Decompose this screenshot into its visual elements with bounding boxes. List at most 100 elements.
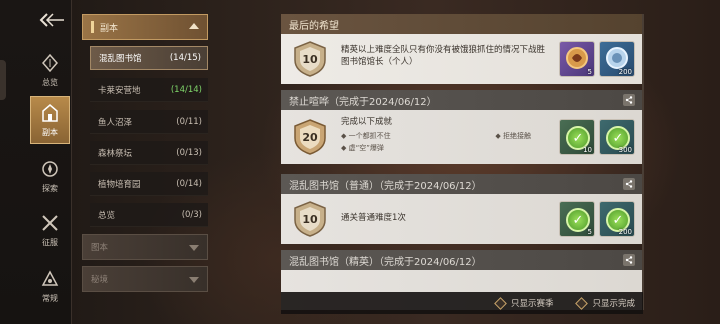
dungeon-icon [39,102,61,124]
achievement-title-bar: 混乱图书馆（精英）（完成于2024/06/12） [281,250,643,270]
compass-icon [39,158,61,180]
subcategory-item[interactable]: 植物培育园 (0/14) [90,172,208,196]
scrollbar-track[interactable] [642,14,644,310]
sub-achievement-label: 虚“空”爆弹 [348,144,384,152]
chevron-down-icon [189,277,199,283]
nav-rail: 总览 副本 探索 征服 常规 [0,0,72,324]
achievement-title-bar: 禁止喧哗（完成于2024/06/12） [281,90,643,110]
category-group[interactable]: 图本 [82,234,208,260]
share-button[interactable] [623,94,635,106]
filter-label: 只显示完成 [592,299,635,309]
edge-tab [0,60,6,100]
category-panel: 副本 混乱图书馆 (14/15) 卡莱安营地 (14/14) 鱼人沼泽 (0/1… [82,0,208,324]
subcategory-count: (0/11) [176,116,202,127]
rail-item-general[interactable]: 常规 [30,262,70,310]
filter-label: 只显示赛季 [510,299,554,309]
sub-achievement-row: ◆ 一个都抓不住 ◆ 拒绝接触 [341,130,531,142]
rail-label: 总览 [42,78,58,87]
rail-item-explore[interactable]: 探索 [30,152,70,200]
sub-achievement: ◆ 拒绝接触 [495,132,531,140]
category-header-label: 副本 [100,23,119,34]
category-group[interactable]: 秘境 [82,266,208,292]
points-badge: 10 [291,40,329,78]
subcategory-label: 混乱图书馆 [99,54,142,64]
subcategory-item[interactable]: 鱼人沼泽 (0/11) [90,110,208,134]
rail-label: 常规 [42,294,58,303]
share-button[interactable] [623,254,635,266]
checkbox-diamond-icon [494,296,507,310]
sub-achievement-label: 拒绝接触 [503,132,531,140]
rail-label: 探索 [42,184,58,193]
subcategory-label: 鱼人沼泽 [98,117,133,128]
sub-achievement-label: 一个都抓不住 [348,132,391,140]
triangle-icon [39,268,61,290]
reward-item[interactable]: 200 [599,41,635,77]
rail-item-conquer[interactable]: 征服 [30,206,70,254]
achievement-card: 混乱图书馆（普通）（完成于2024/06/12） 10 通关普通难度1次 ✓ 5… [281,174,643,244]
achievement-description-text: 完成以下成就 [341,117,393,127]
subcategory-item[interactable]: 混乱图书馆 (14/15) [90,46,208,70]
subcategory-count: (14/14) [170,84,202,95]
share-button[interactable] [623,178,635,190]
filter-bar: 只显示赛季 只显示完成 [281,292,643,314]
overview-icon [39,52,61,74]
category-header-dungeon[interactable]: 副本 [82,14,208,40]
share-icon [625,180,633,188]
subcategory-count: (0/13) [176,147,202,158]
achievement-title: 禁止喧哗（完成于2024/06/12） [289,96,437,108]
rail-item-dungeon[interactable]: 副本 [30,96,70,144]
back-arrow-icon [39,13,64,27]
rail-item-overview[interactable]: 总览 [30,46,70,94]
swords-icon [39,212,61,234]
back-button[interactable] [36,10,68,30]
rail-label: 征服 [42,238,58,247]
subcategory-count: (14/15) [169,53,201,63]
category-group-label: 图本 [91,243,109,253]
reward-item[interactable]: ✓ 10 [559,119,595,155]
achievement-list[interactable]: 最后的希望 10 精英以上难度全队只有你没有被饿狼抓住的情况下战胜图书馆馆长（个… [281,14,643,310]
share-icon [625,96,633,104]
achievement-description: 精英以上难度全队只有你没有被饿狼抓住的情况下战胜图书馆馆长（个人） [341,45,546,67]
subcategory-label: 卡莱安营地 [98,85,141,96]
chevron-down-icon [189,245,199,251]
subcategory-label: 植物培育园 [98,179,141,190]
points-value: 10 [302,212,318,226]
header-accent [91,21,94,33]
achievement-title-bar: 最后的希望 [281,14,643,34]
points-value: 20 [302,130,318,144]
reward-item[interactable]: ✓ 200 [599,201,635,237]
subcategory-count: (0/14) [176,178,202,189]
subcategory-item[interactable]: 森林祭坛 (0/13) [90,141,208,165]
points-badge: 20 [291,118,329,156]
achievement-body: 10 精英以上难度全队只有你没有被饿狼抓住的情况下战胜图书馆馆长（个人） 5 2… [281,34,643,84]
reward-count: 5 [587,68,592,76]
achievement-body: 20 完成以下成就 ◆ 一个都抓不住 ◆ 拒绝接触 ◆ 虚“空”爆弹 ✓ 10 … [281,110,643,164]
reward-item[interactable]: ✓ 300 [599,119,635,155]
achievement-description: 通关普通难度1次 [341,213,406,223]
check-icon: ✓ [566,208,590,232]
achievement-title-bar: 混乱图书馆（普通）（完成于2024/06/12） [281,174,643,194]
filter-season-only[interactable]: 只显示赛季 [494,296,554,310]
points-badge: 10 [291,200,329,238]
achievement-card: 禁止喧哗（完成于2024/06/12） 20 完成以下成就 ◆ 一个都抓不住 ◆… [281,90,643,164]
rail-label: 副本 [42,128,58,137]
share-icon [625,256,633,264]
achievement-title: 混乱图书馆（普通）（完成于2024/06/12） [289,180,482,192]
sub-achievement: ◆ 一个都抓不住 [341,132,391,140]
achievement-card: 最后的希望 10 精英以上难度全队只有你没有被饿狼抓住的情况下战胜图书馆馆长（个… [281,14,643,84]
subcategory-label: 森林祭坛 [98,148,133,159]
subcategory-item[interactable]: 总览 (0/3) [90,203,208,227]
category-group-label: 秘境 [91,275,109,285]
sub-achievement: ◆ 虚“空”爆弹 [341,144,384,152]
achievement-title: 最后的希望 [289,20,339,32]
reward-count: 300 [618,146,632,154]
reward-count: 5 [587,228,592,236]
reward-item[interactable]: ✓ 5 [559,201,595,237]
filter-completed-only[interactable]: 只显示完成 [575,296,635,310]
subcategory-label: 总览 [98,210,116,221]
subcategory-item[interactable]: 卡莱安营地 (14/14) [90,78,208,102]
reward-item[interactable]: 5 [559,41,595,77]
reward-count: 200 [618,68,632,76]
achievement-body: 10 通关普通难度1次 ✓ 5 ✓ 200 [281,194,643,244]
achievement-description: 完成以下成就 ◆ 一个都抓不住 ◆ 拒绝接触 ◆ 虚“空”爆弹 [341,116,551,154]
